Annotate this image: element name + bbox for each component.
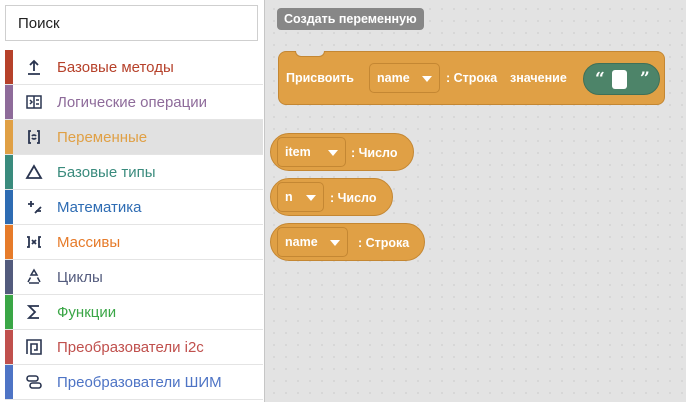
category-basic-types[interactable]: Базовые типы	[5, 155, 263, 190]
caret-down-icon	[328, 150, 338, 156]
caret-down-icon	[330, 240, 340, 246]
type-label: : Строка	[446, 71, 498, 85]
type-label: : Строка	[358, 236, 410, 250]
category-i2c[interactable]: Преобразователи i2c	[5, 330, 263, 365]
pwm-icon	[25, 373, 43, 391]
variable-block[interactable]: name : Строка	[270, 223, 425, 261]
category-color-bar	[5, 365, 13, 399]
variable-block[interactable]: n : Число	[270, 178, 393, 216]
category-pwm[interactable]: Преобразователи ШИМ	[5, 365, 263, 400]
dropdown-value: n	[285, 190, 293, 204]
category-label: Функции	[57, 304, 117, 321]
dropdown-value: name	[285, 235, 318, 249]
category-logic[interactable]: Логические операции	[5, 85, 263, 120]
plus-minus-icon	[25, 198, 43, 216]
category-arrays[interactable]: Массивы	[5, 225, 263, 260]
category-color-bar	[5, 85, 13, 119]
caret-down-icon	[306, 195, 316, 201]
recycle-icon	[25, 268, 43, 286]
category-label: Циклы	[57, 269, 103, 286]
category-color-bar	[5, 260, 13, 294]
sigma-icon	[25, 303, 43, 321]
category-label: Базовые типы	[57, 164, 156, 181]
category-list: Базовые методы Логические операции Перем…	[5, 50, 263, 400]
block-notch	[295, 51, 325, 57]
dropdown-value: name	[377, 71, 410, 85]
close-quote-icon: ”	[640, 69, 650, 89]
category-color-bar	[5, 295, 13, 329]
variable-dropdown[interactable]: name	[277, 227, 348, 257]
variable-dropdown[interactable]: name	[369, 63, 440, 93]
search-input[interactable]	[6, 6, 257, 40]
assign-block[interactable]: Присвоить name : Строка значение “ ”	[278, 51, 665, 105]
category-label: Переменные	[57, 129, 148, 146]
category-math[interactable]: Математика	[5, 190, 263, 225]
category-label: Массивы	[57, 234, 121, 251]
triangle-icon	[25, 163, 43, 181]
string-value-block[interactable]: “ ”	[583, 63, 660, 95]
upload-arrow-icon	[25, 58, 43, 76]
category-label: Логические операции	[57, 94, 207, 111]
category-color-bar	[5, 330, 13, 364]
category-color-bar	[5, 50, 13, 84]
spiral-square-icon	[25, 338, 43, 356]
category-loops[interactable]: Циклы	[5, 260, 263, 295]
value-label: значение	[510, 71, 567, 85]
category-label: Преобразователи i2c	[57, 339, 204, 356]
search-box[interactable]	[5, 5, 258, 41]
variable-block[interactable]: item : Число	[270, 133, 414, 171]
category-color-bar	[5, 155, 13, 189]
block-workspace[interactable]: Создать переменную Присвоить name : Стро…	[265, 0, 686, 402]
category-basic-methods[interactable]: Базовые методы	[5, 50, 263, 85]
category-color-bar	[5, 120, 13, 154]
caret-down-icon	[422, 76, 432, 82]
variable-dropdown[interactable]: n	[277, 182, 324, 212]
string-input-field[interactable]	[612, 70, 627, 89]
dropdown-value: item	[285, 145, 311, 159]
category-color-bar	[5, 225, 13, 259]
category-label: Математика	[57, 199, 142, 216]
category-functions[interactable]: Функции	[5, 295, 263, 330]
category-label: Базовые методы	[57, 59, 174, 76]
type-label: : Число	[351, 146, 398, 160]
category-label: Преобразователи ШИМ	[57, 374, 222, 391]
refresh-brackets-icon	[25, 128, 43, 146]
open-quote-icon: “	[595, 69, 605, 89]
toolbox-sidebar: Базовые методы Логические операции Перем…	[0, 0, 265, 402]
logic-split-icon	[25, 93, 43, 111]
variable-dropdown[interactable]: item	[277, 137, 346, 167]
assign-label: Присвоить	[286, 71, 354, 85]
category-color-bar	[5, 190, 13, 224]
array-brackets-icon	[25, 233, 43, 251]
type-label: : Число	[330, 191, 377, 205]
create-variable-button[interactable]: Создать переменную	[277, 8, 424, 30]
category-variables[interactable]: Переменные	[5, 120, 263, 155]
